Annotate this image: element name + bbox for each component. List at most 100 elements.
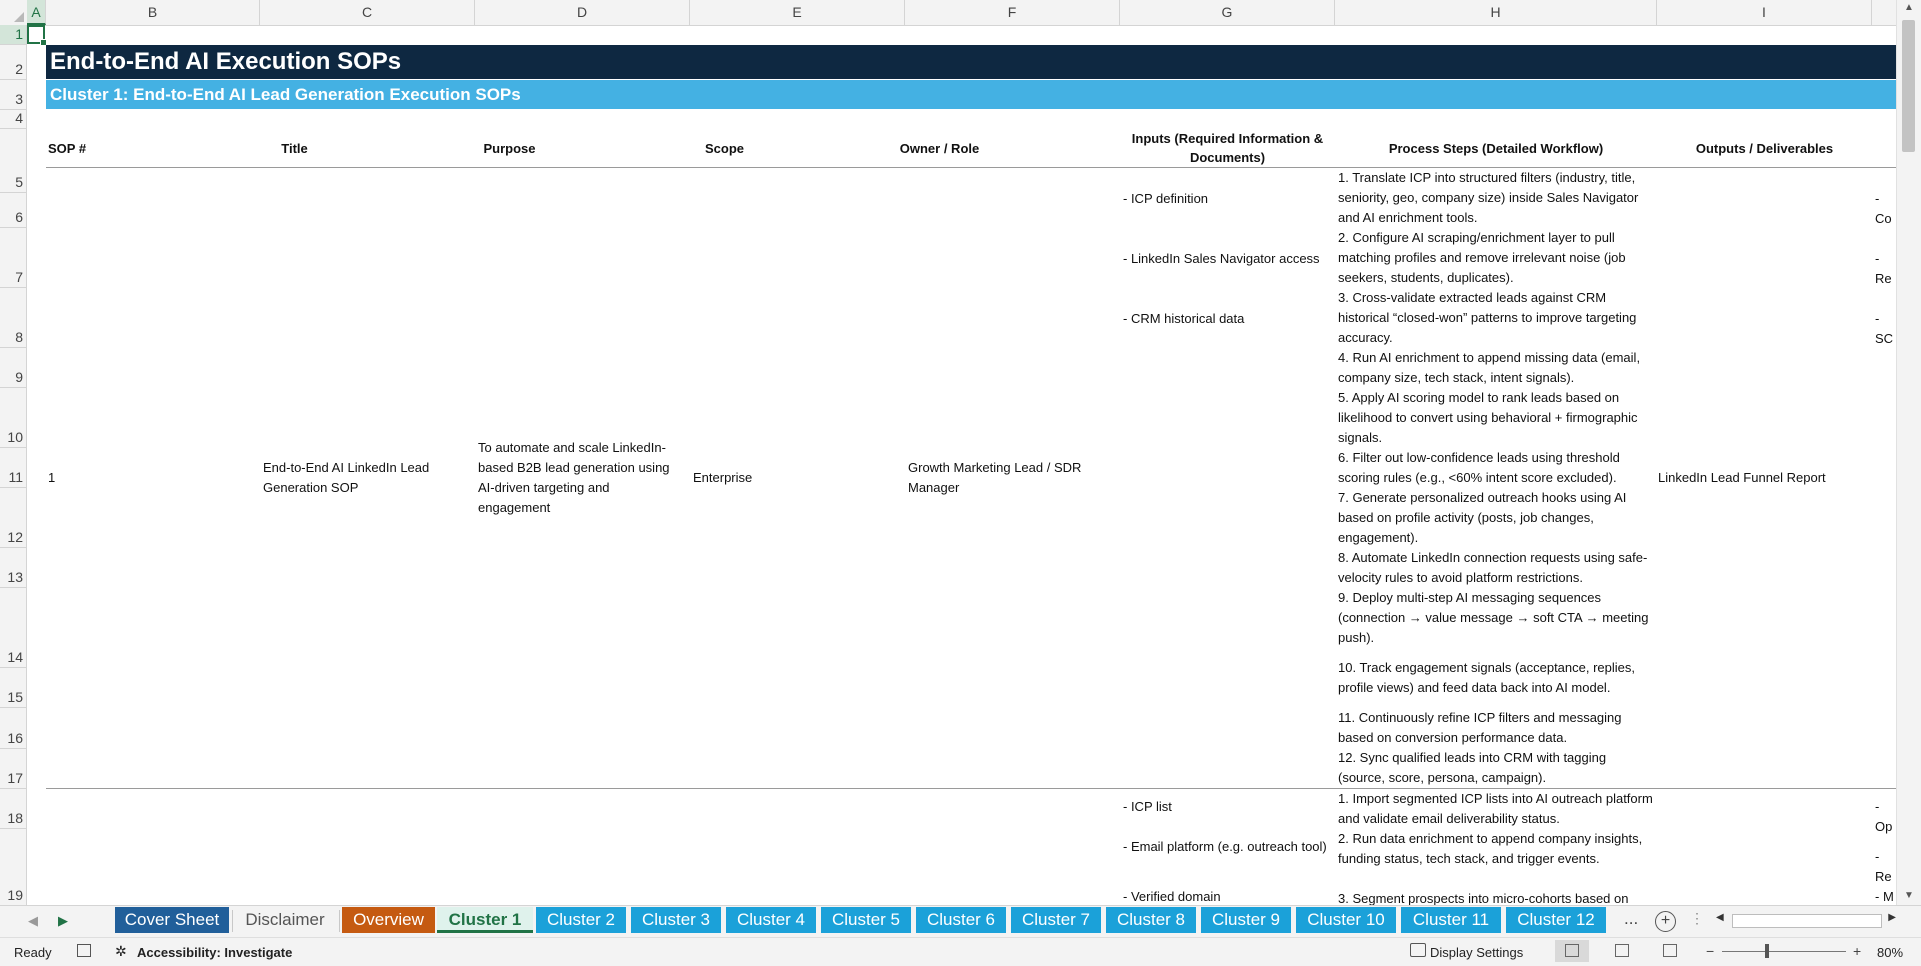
tab-cluster-8[interactable]: Cluster 8	[1106, 907, 1196, 933]
cluster-subtitle[interactable]: Cluster 1: End-to-End AI Lead Generation…	[46, 80, 1896, 109]
row-header-12[interactable]: 12	[0, 488, 26, 548]
row-header-8[interactable]: 8	[0, 288, 26, 348]
tab-cluster-12[interactable]: Cluster 12	[1506, 907, 1606, 933]
tab-cluster-5[interactable]: Cluster 5	[821, 907, 911, 933]
process-step[interactable]: 3. Segment prospects into micro-cohorts …	[1338, 889, 1656, 905]
process-step[interactable]: 7. Generate personalized outreach hooks …	[1338, 488, 1656, 548]
process-step[interactable]: 9. Deploy multi-step AI messaging sequen…	[1338, 588, 1656, 648]
vertical-scroll-thumb[interactable]	[1902, 20, 1915, 152]
select-all-button[interactable]	[0, 0, 28, 25]
header-owner-role[interactable]: Owner / Role	[832, 139, 1047, 158]
column-header-d[interactable]: D	[475, 0, 690, 25]
tab-partial[interactable]	[1611, 907, 1619, 933]
zoom-level[interactable]: 80%	[1877, 945, 1903, 960]
scroll-left-icon[interactable]: ◀	[1716, 912, 1724, 923]
tab-cluster-3[interactable]: Cluster 3	[631, 907, 721, 933]
display-settings-button[interactable]: Display Settings	[1430, 945, 1523, 960]
scope-cell[interactable]: Enterprise	[693, 468, 752, 488]
sop-number-cell[interactable]: 1	[48, 468, 55, 488]
spreadsheet-grid[interactable]: End-to-End AI Execution SOPs Cluster 1: …	[27, 25, 1896, 905]
process-step[interactable]: 8. Automate LinkedIn connection requests…	[1338, 548, 1656, 588]
input-item[interactable]: - Verified domain	[1123, 887, 1221, 905]
zoom-out-button[interactable]: −	[1706, 943, 1714, 959]
row-header-19[interactable]: 19	[0, 829, 26, 905]
accessibility-status[interactable]: Accessibility: Investigate	[137, 945, 292, 960]
tab-disclaimer[interactable]: Disclaimer	[235, 907, 335, 933]
row-header-14[interactable]: 14	[0, 588, 26, 668]
scroll-up-icon[interactable]: ▲	[1904, 2, 1914, 13]
display-settings-icon[interactable]	[1410, 943, 1426, 957]
column-header-f[interactable]: F	[905, 0, 1120, 25]
process-step[interactable]: 11. Continuously refine ICP filters and …	[1338, 708, 1656, 748]
tab-cluster-9[interactable]: Cluster 9	[1201, 907, 1291, 933]
input-item[interactable]: - LinkedIn Sales Navigator access	[1123, 249, 1320, 269]
output-cell[interactable]: LinkedIn Lead Funnel Report	[1658, 468, 1826, 488]
column-header-g[interactable]: G	[1120, 0, 1335, 25]
row-header-16[interactable]: 16	[0, 708, 26, 749]
tab-cover-sheet[interactable]: Cover Sheet	[115, 907, 229, 933]
header-purpose[interactable]: Purpose	[402, 139, 617, 158]
tab-cluster-4[interactable]: Cluster 4	[726, 907, 816, 933]
normal-view-button[interactable]	[1555, 940, 1589, 962]
row-header-11[interactable]: 11	[0, 448, 26, 488]
row-header-2[interactable]: 2	[0, 45, 26, 80]
title-cell[interactable]: End-to-End AI LinkedIn Lead Generation S…	[263, 458, 453, 498]
clipped-cell[interactable]: - M	[1875, 887, 1894, 905]
macro-record-icon[interactable]	[77, 944, 91, 957]
tab-cluster-11[interactable]: Cluster 11	[1401, 907, 1501, 933]
tab-cluster-2[interactable]: Cluster 2	[536, 907, 626, 933]
tab-cluster-10[interactable]: Cluster 10	[1296, 907, 1396, 933]
input-item[interactable]: - Email platform (e.g. outreach tool)	[1123, 837, 1333, 857]
input-item[interactable]: - CRM historical data	[1123, 309, 1244, 329]
clipped-cell[interactable]: - Op	[1875, 797, 1896, 837]
process-step[interactable]: 10. Track engagement signals (acceptance…	[1338, 658, 1656, 698]
scroll-down-icon[interactable]: ▼	[1904, 890, 1914, 901]
process-step[interactable]: 1. Import segmented ICP lists into AI ou…	[1338, 789, 1656, 829]
row-header-4[interactable]: 4	[0, 110, 26, 129]
row-header-1[interactable]: 1	[0, 25, 26, 45]
row-header-9[interactable]: 9	[0, 348, 26, 388]
purpose-cell[interactable]: To automate and scale LinkedIn-based B2B…	[478, 438, 683, 518]
column-header-b[interactable]: B	[46, 0, 260, 25]
next-sheet-icon[interactable]: ▶	[58, 913, 68, 929]
process-step[interactable]: 12. Sync qualified leads into CRM with t…	[1338, 748, 1656, 788]
header-title[interactable]: Title	[187, 139, 402, 158]
header-sop-number[interactable]: SOP #	[48, 139, 148, 158]
clipped-cell[interactable]: - Co	[1875, 189, 1896, 229]
accessibility-icon[interactable]: ✲	[115, 943, 127, 960]
tab-cluster-6[interactable]: Cluster 6	[916, 907, 1006, 933]
process-step[interactable]: 1. Translate ICP into structured filters…	[1338, 168, 1656, 228]
tab-cluster-7[interactable]: Cluster 7	[1011, 907, 1101, 933]
column-header-c[interactable]: C	[260, 0, 475, 25]
owner-role-cell[interactable]: Growth Marketing Lead / SDR Manager	[908, 458, 1098, 498]
input-item[interactable]: - ICP list	[1123, 797, 1172, 817]
row-header-10[interactable]: 10	[0, 388, 26, 448]
input-item[interactable]: - ICP definition	[1123, 189, 1208, 209]
process-step[interactable]: 4. Run AI enrichment to append missing d…	[1338, 348, 1656, 388]
horizontal-scrollbar[interactable]: ◀ ▶	[1716, 912, 1896, 930]
clipped-cell[interactable]: - Re	[1875, 249, 1896, 289]
header-outputs[interactable]: Outputs / Deliverables	[1657, 139, 1872, 158]
column-header-e[interactable]: E	[690, 0, 905, 25]
process-step[interactable]: 2. Run data enrichment to append company…	[1338, 829, 1656, 869]
add-sheet-button[interactable]: +	[1655, 911, 1676, 932]
column-header-i[interactable]: I	[1657, 0, 1872, 25]
row-header-3[interactable]: 3	[0, 80, 26, 110]
process-step[interactable]: 5. Apply AI scoring model to rank leads …	[1338, 388, 1656, 448]
zoom-in-button[interactable]: +	[1853, 943, 1861, 959]
header-process-steps[interactable]: Process Steps (Detailed Workflow)	[1335, 139, 1657, 158]
row-header-15[interactable]: 15	[0, 668, 26, 708]
header-inputs[interactable]: Inputs (Required Information & Documents…	[1120, 129, 1335, 167]
vertical-scrollbar[interactable]: ▲ ▼	[1896, 0, 1921, 905]
more-sheets-button[interactable]: ...	[1624, 909, 1638, 929]
row-header-13[interactable]: 13	[0, 548, 26, 588]
horizontal-scroll-thumb[interactable]	[1732, 914, 1882, 928]
row-header-18[interactable]: 18	[0, 789, 26, 829]
scroll-right-icon[interactable]: ▶	[1888, 912, 1896, 923]
previous-sheet-icon[interactable]: ◀	[28, 913, 38, 929]
header-scope[interactable]: Scope	[617, 139, 832, 158]
clipped-cell[interactable]: - Re	[1875, 847, 1896, 887]
page-layout-view-button[interactable]	[1605, 940, 1639, 962]
process-step[interactable]: 2. Configure AI scraping/enrichment laye…	[1338, 228, 1656, 288]
row-header-7[interactable]: 7	[0, 228, 26, 288]
